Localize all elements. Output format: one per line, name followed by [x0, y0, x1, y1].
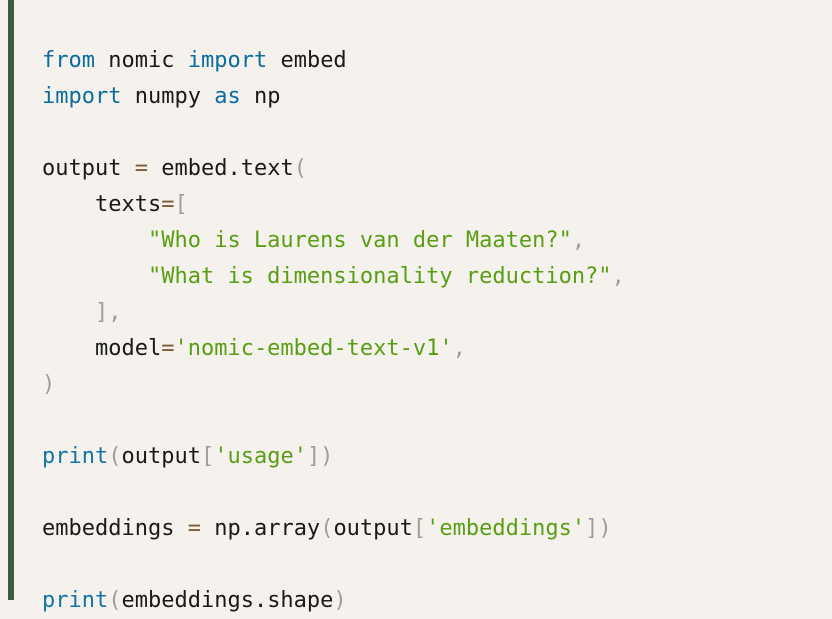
code-token-punctuation: [	[200, 444, 215, 469]
code-token-plain: np	[253, 84, 281, 109]
code-token-punctuation: (	[108, 444, 122, 469]
code-token-function: print	[42, 444, 109, 469]
code-line: embeddings = np.array(output['embeddings…	[42, 511, 832, 547]
code-token-operator: =	[161, 336, 175, 361]
code-token-keyword: from	[42, 48, 95, 73]
code-token-plain: nomic	[108, 48, 175, 73]
code-token-plain: embed	[280, 48, 347, 73]
code-token-operator: =	[187, 516, 201, 541]
code-token-operator: =	[161, 192, 175, 217]
code-line: print(output['usage'])	[42, 439, 832, 475]
code-token-string: 'usage'	[214, 444, 307, 469]
code-token-plain: text	[240, 156, 294, 181]
code-token-punctuation: [	[412, 516, 427, 541]
code-token-plain: model	[42, 336, 162, 361]
code-token-punctuation: )	[42, 372, 56, 397]
code-token-plain: embed	[147, 156, 228, 181]
code-line: )	[42, 367, 832, 403]
code-token-punctuation: ],	[94, 300, 122, 325]
code-token-plain: texts	[42, 192, 162, 217]
code-token-function: print	[42, 588, 109, 613]
code-token-keyword: as	[214, 84, 241, 109]
code-token-plain: output	[121, 444, 201, 469]
code-token-punctuation: ,	[571, 228, 586, 253]
code-token-plain: numpy	[134, 84, 201, 109]
code-line: "Who is Laurens van der Maaten?",	[42, 223, 832, 259]
code-token-keyword: import	[42, 84, 122, 109]
code-line: from nomic import embed	[42, 43, 832, 79]
code-token-plain: embeddings	[42, 516, 188, 541]
code-token-punctuation: ,	[611, 264, 625, 289]
code-token-plain: .	[227, 156, 241, 181]
code-token-plain: np	[200, 516, 241, 541]
code-line: model='nomic-embed-text-v1',	[42, 331, 832, 367]
code-token-punctuation: )	[333, 588, 347, 613]
code-token-punctuation: ])	[306, 444, 334, 469]
code-token-plain: output	[42, 156, 135, 181]
code-content[interactable]: from nomic import embed import numpy as n…	[42, 22, 832, 619]
code-token-punctuation: (	[320, 516, 334, 541]
code-token-string: 'nomic-embed-text-v1'	[174, 336, 453, 361]
code-token-string: "What is dimensionality reduction?"	[147, 264, 612, 289]
code-token-operator: =	[134, 156, 148, 181]
code-line: output = embed.text(	[42, 151, 832, 187]
code-line: print(embeddings.shape)	[42, 583, 832, 619]
code-token-string: 'embeddings'	[426, 516, 586, 541]
code-token-plain: .	[253, 588, 268, 613]
code-token-punctuation: [	[174, 192, 188, 217]
code-token-plain: shape	[267, 588, 334, 613]
code-token-punctuation: ])	[585, 516, 612, 541]
code-token-plain: embeddings	[121, 588, 254, 613]
code-line: import numpy as np	[42, 79, 832, 115]
code-block-accent-bar	[8, 0, 14, 600]
code-token-punctuation: (	[108, 588, 122, 613]
code-token-plain: output	[333, 516, 413, 541]
code-token-plain: .	[240, 516, 254, 541]
code-line: "What is dimensionality reduction?",	[42, 259, 832, 295]
code-token-punctuation: (	[293, 156, 307, 181]
code-block: from nomic import embed import numpy as n…	[0, 0, 832, 613]
code-token-punctuation: ,	[452, 336, 466, 361]
code-line: ],	[42, 295, 832, 331]
code-token-string: "Who is Laurens van der Maaten?"	[147, 228, 572, 253]
code-token-keyword: import	[187, 48, 268, 73]
code-line: texts=[	[42, 187, 832, 223]
code-token-plain: array	[253, 516, 321, 541]
